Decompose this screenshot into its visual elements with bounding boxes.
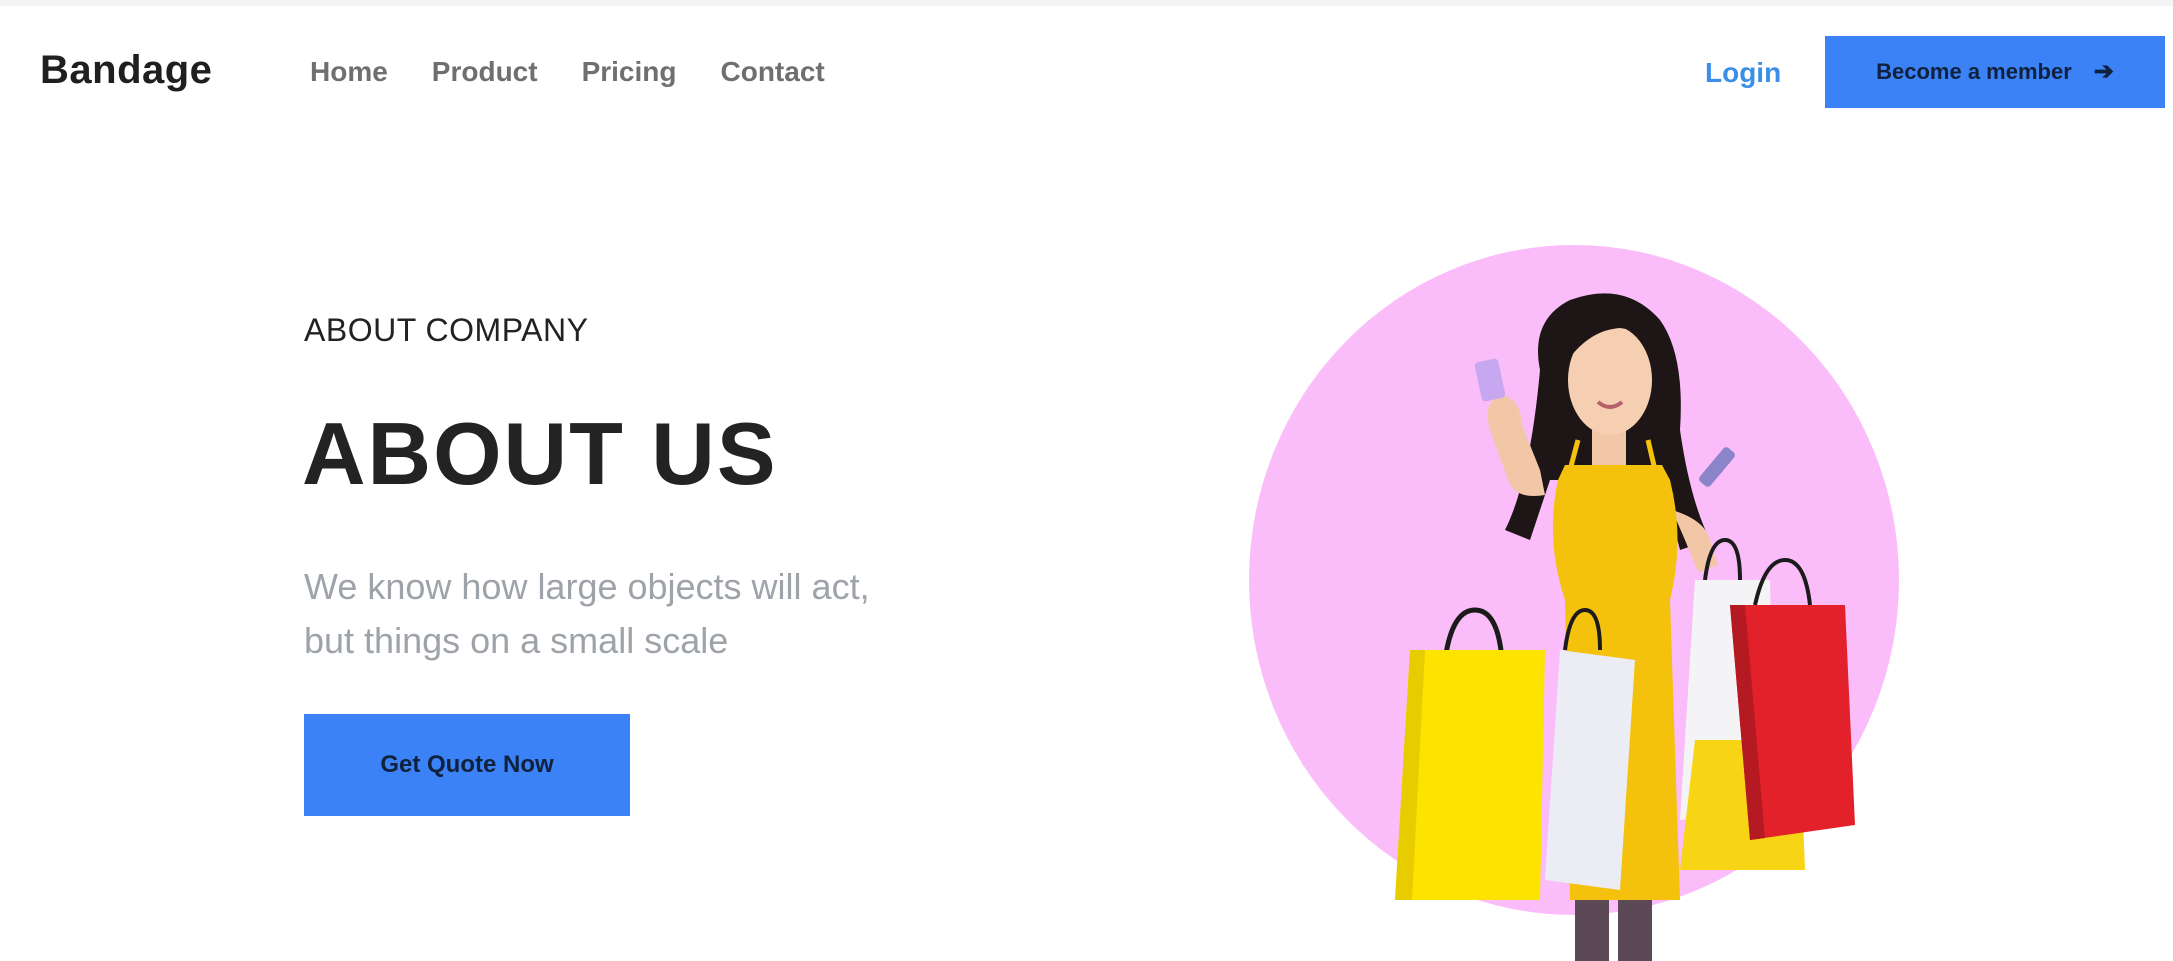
hero-eyebrow: ABOUT COMPANY bbox=[304, 312, 589, 348]
hero-subtitle-line-2: but things on a small scale bbox=[304, 620, 729, 661]
hero-subtitle: We know how large objects will act, but … bbox=[304, 560, 944, 668]
main-nav: Home Product Pricing Contact bbox=[310, 56, 825, 88]
hero-title: ABOUT US bbox=[302, 404, 778, 503]
get-quote-button[interactable]: Get Quote Now bbox=[304, 714, 630, 816]
leg-left bbox=[1575, 900, 1609, 961]
nav-contact[interactable]: Contact bbox=[721, 56, 825, 88]
hero-image bbox=[1240, 180, 1910, 961]
nav-product[interactable]: Product bbox=[432, 56, 538, 88]
leg-right bbox=[1618, 900, 1652, 961]
logo[interactable]: Bandage bbox=[40, 48, 212, 93]
hero-subtitle-line-1: We know how large objects will act, bbox=[304, 566, 870, 607]
nav-home[interactable]: Home bbox=[310, 56, 388, 88]
become-member-button[interactable]: Become a member ➔ bbox=[1825, 36, 2165, 108]
login-link[interactable]: Login bbox=[1705, 57, 1781, 89]
bag-white-left bbox=[1545, 650, 1635, 890]
shopping-woman-illustration bbox=[1249, 245, 1899, 961]
page: Bandage Home Product Pricing Contact Log… bbox=[0, 0, 2173, 961]
become-member-label: Become a member bbox=[1876, 59, 2072, 84]
nav-pricing[interactable]: Pricing bbox=[582, 56, 677, 88]
top-strip bbox=[0, 0, 2173, 6]
arrow-right-icon: ➔ bbox=[2093, 58, 2114, 85]
